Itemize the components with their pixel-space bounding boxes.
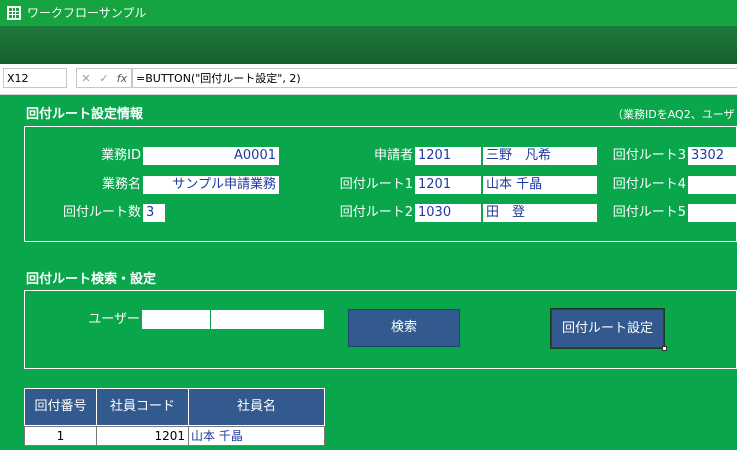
applicant-label: 申請者 [373,148,413,163]
job-id-label: 業務ID [101,148,141,163]
formula-buttons: ✕ ✓ fx [76,68,132,88]
job-name-label: 業務名 [101,177,141,192]
route2-name-field[interactable]: 田 登 [483,204,597,222]
route1-code-field[interactable]: 1201 [415,176,481,194]
job-id-field[interactable]: A0001 [143,147,279,165]
set-route-button[interactable]: 回付ルート設定 [550,308,665,349]
window-title: ワークフローサンプル [27,6,147,20]
cancel-icon[interactable]: ✕ [79,72,93,86]
table-cell-employee-name[interactable]: 山本 千晶 [188,426,325,446]
ribbon-bar [0,26,737,64]
table-header-employee-code: 社員コード [96,388,189,426]
route-search-title: 回付ルート検索・設定 [26,272,157,287]
spreadsheet-app-icon [7,6,21,20]
route-count-field[interactable]: 3 [143,204,165,222]
formula-input[interactable]: =BUTTON("回付ルート設定", 2) [132,68,737,88]
route1-name-field[interactable]: 山本 千晶 [483,176,597,194]
route-settings-title: 回付ルート設定情報 [26,107,144,122]
route4-code-field[interactable] [688,176,737,194]
table-cell-route-no[interactable]: 1 [24,426,97,446]
route-count-label: 回付ルート数 [62,205,141,220]
table-header-employee-name: 社員名 [188,388,325,426]
route5-code-field[interactable] [688,204,737,222]
selection-handle[interactable] [662,346,667,351]
name-box[interactable]: X12 [3,68,67,88]
insert-function-icon[interactable]: fx [115,72,129,86]
route2-label: 回付ルート2 [339,205,413,220]
table-header-route-no: 回付番号 [24,388,97,426]
job-name-field[interactable]: サンプル申請業務 [143,176,279,194]
enter-check-icon[interactable]: ✓ [97,72,111,86]
table-cell-employee-code[interactable]: 1201 [96,426,189,446]
route5-label: 回付ルート5 [612,205,686,220]
route1-label: 回付ルート1 [339,177,413,192]
user-code-input[interactable] [142,310,210,329]
route2-code-field[interactable]: 1030 [415,204,481,222]
applicant-code-field[interactable]: 1201 [415,147,481,165]
user-name-input[interactable] [211,310,324,329]
route3-label: 回付ルート3 [612,148,686,163]
search-button[interactable]: 検索 [348,309,460,347]
user-label: ユーザー [88,312,140,327]
applicant-name-field[interactable]: 三野 凡希 [483,147,597,165]
instruction-note: （業務IDをAQ2、ユーザ [612,108,735,121]
route3-code-field[interactable]: 3302 [688,147,737,165]
route4-label: 回付ルート4 [612,177,686,192]
